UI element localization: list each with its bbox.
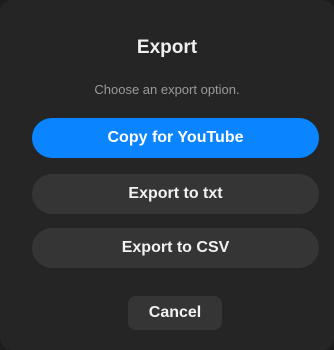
copy-for-youtube-button[interactable]: Copy for YouTube (32, 118, 319, 158)
dialog-title: Export (136, 37, 198, 58)
dialog-subtitle: Choose an export option. (94, 82, 240, 97)
cancel-button[interactable]: Cancel (128, 296, 222, 330)
export-dialog: Export Choose an export option. Copy for… (0, 0, 334, 350)
export-to-txt-button[interactable]: Export to txt (32, 174, 319, 214)
export-to-csv-button[interactable]: Export to CSV (32, 228, 319, 268)
